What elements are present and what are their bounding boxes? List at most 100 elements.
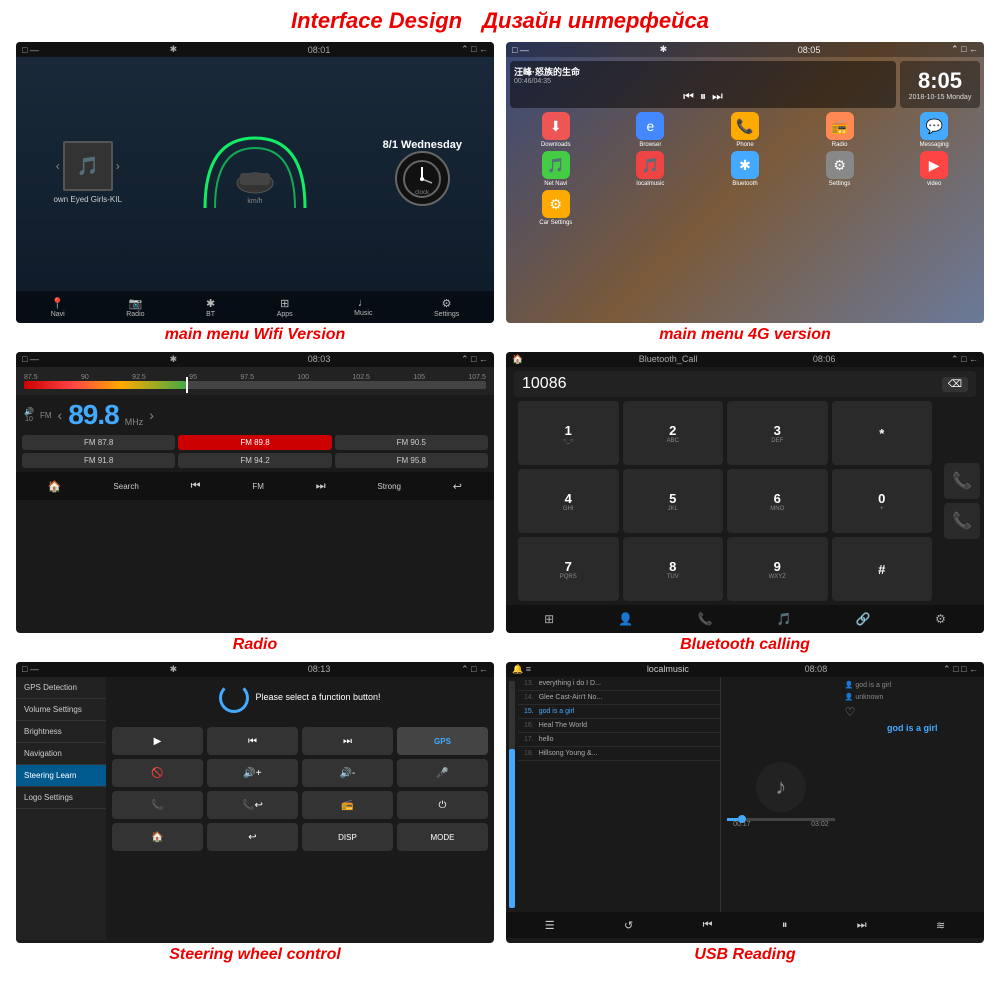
disp-btn[interactable]: DISP <box>302 823 393 851</box>
call-end-btn[interactable]: 📞↩ <box>207 791 298 819</box>
call-ans-btn[interactable]: 📞 <box>112 791 203 819</box>
play-usb-btn[interactable]: ⏸ <box>782 919 788 932</box>
prev-arrow[interactable]: ‹ <box>56 159 60 173</box>
speedometer-svg: km/h <box>195 128 315 218</box>
car-settings-label: Car Settings <box>539 220 572 226</box>
app-phone[interactable]: 📞 Phone <box>699 112 791 148</box>
home-btn[interactable]: 🏠 <box>48 480 62 493</box>
key-1[interactable]: 1○_○ <box>518 401 619 465</box>
search-btn[interactable]: Search <box>113 482 138 491</box>
prev-track-btn[interactable]: ⏮ <box>191 480 201 493</box>
prev-btn-s[interactable]: ⏮ <box>207 727 298 755</box>
playlist-item-14[interactable]: 14. Glee Cast-Ain't No... <box>518 691 720 705</box>
mic-btn[interactable]: 🎤 <box>397 759 488 787</box>
key-star[interactable]: * <box>832 401 933 465</box>
recent-calls-btn[interactable]: 📞 <box>698 612 713 626</box>
nav-navi[interactable]: 📍 Navi <box>51 297 65 318</box>
key-0plus[interactable]: 0+ <box>832 469 933 533</box>
key-hash[interactable]: # <box>832 537 933 601</box>
equalizer-btn[interactable]: ≋ <box>936 919 945 932</box>
playlist-item-16[interactable]: 16. Heal The World <box>518 719 720 733</box>
call-red-btn[interactable]: 📞 <box>944 503 980 539</box>
gps-btn[interactable]: GPS <box>397 727 488 755</box>
preset-1[interactable]: FM 87.8 <box>22 435 175 450</box>
freq-left-arrow[interactable]: ‹ <box>58 407 63 423</box>
sidebar-logo[interactable]: Logo Settings <box>16 787 106 809</box>
next-usb-btn[interactable]: ⏭ <box>857 919 867 932</box>
preset-4[interactable]: FM 91.8 <box>22 453 175 468</box>
app-browser[interactable]: e Browser <box>605 112 697 148</box>
preset-3[interactable]: FM 90.5 <box>335 435 488 450</box>
freq-right-arrow[interactable]: › <box>149 407 154 423</box>
app-messaging[interactable]: 💬 Messaging <box>888 112 980 148</box>
preset-5[interactable]: FM 94.2 <box>178 453 331 468</box>
power-btn[interactable]: ⏻ <box>397 791 488 819</box>
preset-6[interactable]: FM 95.8 <box>335 453 488 468</box>
steering-layout: GPS Detection Volume Settings Brightness… <box>16 677 494 940</box>
nav-apps[interactable]: ⊞ Apps <box>277 297 293 318</box>
radio-btn-s[interactable]: 📻 <box>302 791 393 819</box>
mode-btn[interactable]: MODE <box>397 823 488 851</box>
key-9[interactable]: 9WXYZ <box>727 537 828 601</box>
key-5[interactable]: 5JKL <box>623 469 724 533</box>
backspace-btn[interactable]: ⌫ <box>942 377 968 392</box>
app-netnavi[interactable]: 🎵 Net Navi <box>510 151 602 187</box>
strong-btn[interactable]: Strong <box>377 482 401 491</box>
sidebar-gps[interactable]: GPS Detection <box>16 677 106 699</box>
favorite-icon[interactable]: ♡ <box>845 705 980 719</box>
sidebar-steering-learn[interactable]: Steering Learn <box>16 765 106 787</box>
dialpad-btn[interactable]: ⊞ <box>544 612 554 626</box>
status-bar-bt: 🏠 Bluetooth_Call 08:06 ⌃ □ ← <box>506 352 984 367</box>
playlist-item-15[interactable]: 15. god is a girl <box>518 705 720 719</box>
key-8[interactable]: 8TUV <box>623 537 724 601</box>
sidebar-navigation[interactable]: Navigation <box>16 743 106 765</box>
mute-btn[interactable]: 🚫 <box>112 759 203 787</box>
app-carsettings[interactable]: ⚙ Car Settings <box>510 190 602 226</box>
return-btn[interactable]: ↩ <box>207 823 298 851</box>
next-arrow[interactable]: › <box>116 159 120 173</box>
nav-music[interactable]: ♩ Music <box>354 297 372 317</box>
repeat-btn[interactable]: ↺ <box>624 919 633 932</box>
freq-indicator <box>186 377 188 393</box>
link-btn[interactable]: 🔗 <box>856 612 871 626</box>
prev-usb-btn[interactable]: ⏮ <box>703 919 713 932</box>
playlist-item-13[interactable]: 13. everything i do I D... <box>518 677 720 691</box>
fm-btn[interactable]: FM <box>252 482 264 491</box>
key-7[interactable]: 7PQRS <box>518 537 619 601</box>
app-localmusic[interactable]: 🎵 localmusic <box>605 151 697 187</box>
call-green-btn[interactable]: 📞 <box>944 463 980 499</box>
sidebar-brightness[interactable]: Brightness <box>16 721 106 743</box>
next-btn-ctrl[interactable]: ⏭ <box>712 89 723 104</box>
music-btn-bt[interactable]: 🎵 <box>777 612 792 626</box>
playlist-btn[interactable]: ☰ <box>545 919 555 932</box>
key-4[interactable]: 4GHI <box>518 469 619 533</box>
play-btn[interactable]: ▶ <box>112 727 203 755</box>
next-track-btn[interactable]: ⏭ <box>316 480 326 493</box>
app-radio[interactable]: 📻 Radio <box>794 112 886 148</box>
key-2[interactable]: 2ABC <box>623 401 724 465</box>
playlist-item-18[interactable]: 18. Hillsong Young &... <box>518 747 720 761</box>
app-bluetooth[interactable]: ✱ Bluetooth <box>699 151 791 187</box>
vol-dn-btn[interactable]: 🔊- <box>302 759 393 787</box>
back-btn[interactable]: ↩ <box>453 480 462 493</box>
freq-92: 92.5 <box>132 374 146 381</box>
nav-bt[interactable]: ✱ BT <box>206 297 215 318</box>
sidebar-volume[interactable]: Volume Settings <box>16 699 106 721</box>
keypad: 1○_○ 2ABC 3DEF * 4GHI 5JKL 6MNO 0+ 7PQRS… <box>510 401 940 601</box>
vol-up-btn[interactable]: 🔊+ <box>207 759 298 787</box>
prev-btn[interactable]: ⏮ <box>683 89 694 104</box>
home-btn-s[interactable]: 🏠 <box>112 823 203 851</box>
nav-settings[interactable]: ⚙ Settings <box>434 297 459 318</box>
key-3[interactable]: 3DEF <box>727 401 828 465</box>
app-video[interactable]: ▶ video <box>888 151 980 187</box>
preset-2[interactable]: FM 89.8 <box>178 435 331 450</box>
app-settings[interactable]: ⚙ Settings <box>794 151 886 187</box>
app-downloads[interactable]: ⬇ Downloads <box>510 112 602 148</box>
play-pause-btn[interactable]: ⏸ <box>700 89 706 104</box>
contacts-btn[interactable]: 👤 <box>618 612 633 626</box>
key-6[interactable]: 6MNO <box>727 469 828 533</box>
gear-btn-bt[interactable]: ⚙ <box>935 612 946 626</box>
next-btn-s[interactable]: ⏭ <box>302 727 393 755</box>
nav-radio[interactable]: 📷 Radio <box>126 297 144 318</box>
playlist-item-17[interactable]: 17. hello <box>518 733 720 747</box>
